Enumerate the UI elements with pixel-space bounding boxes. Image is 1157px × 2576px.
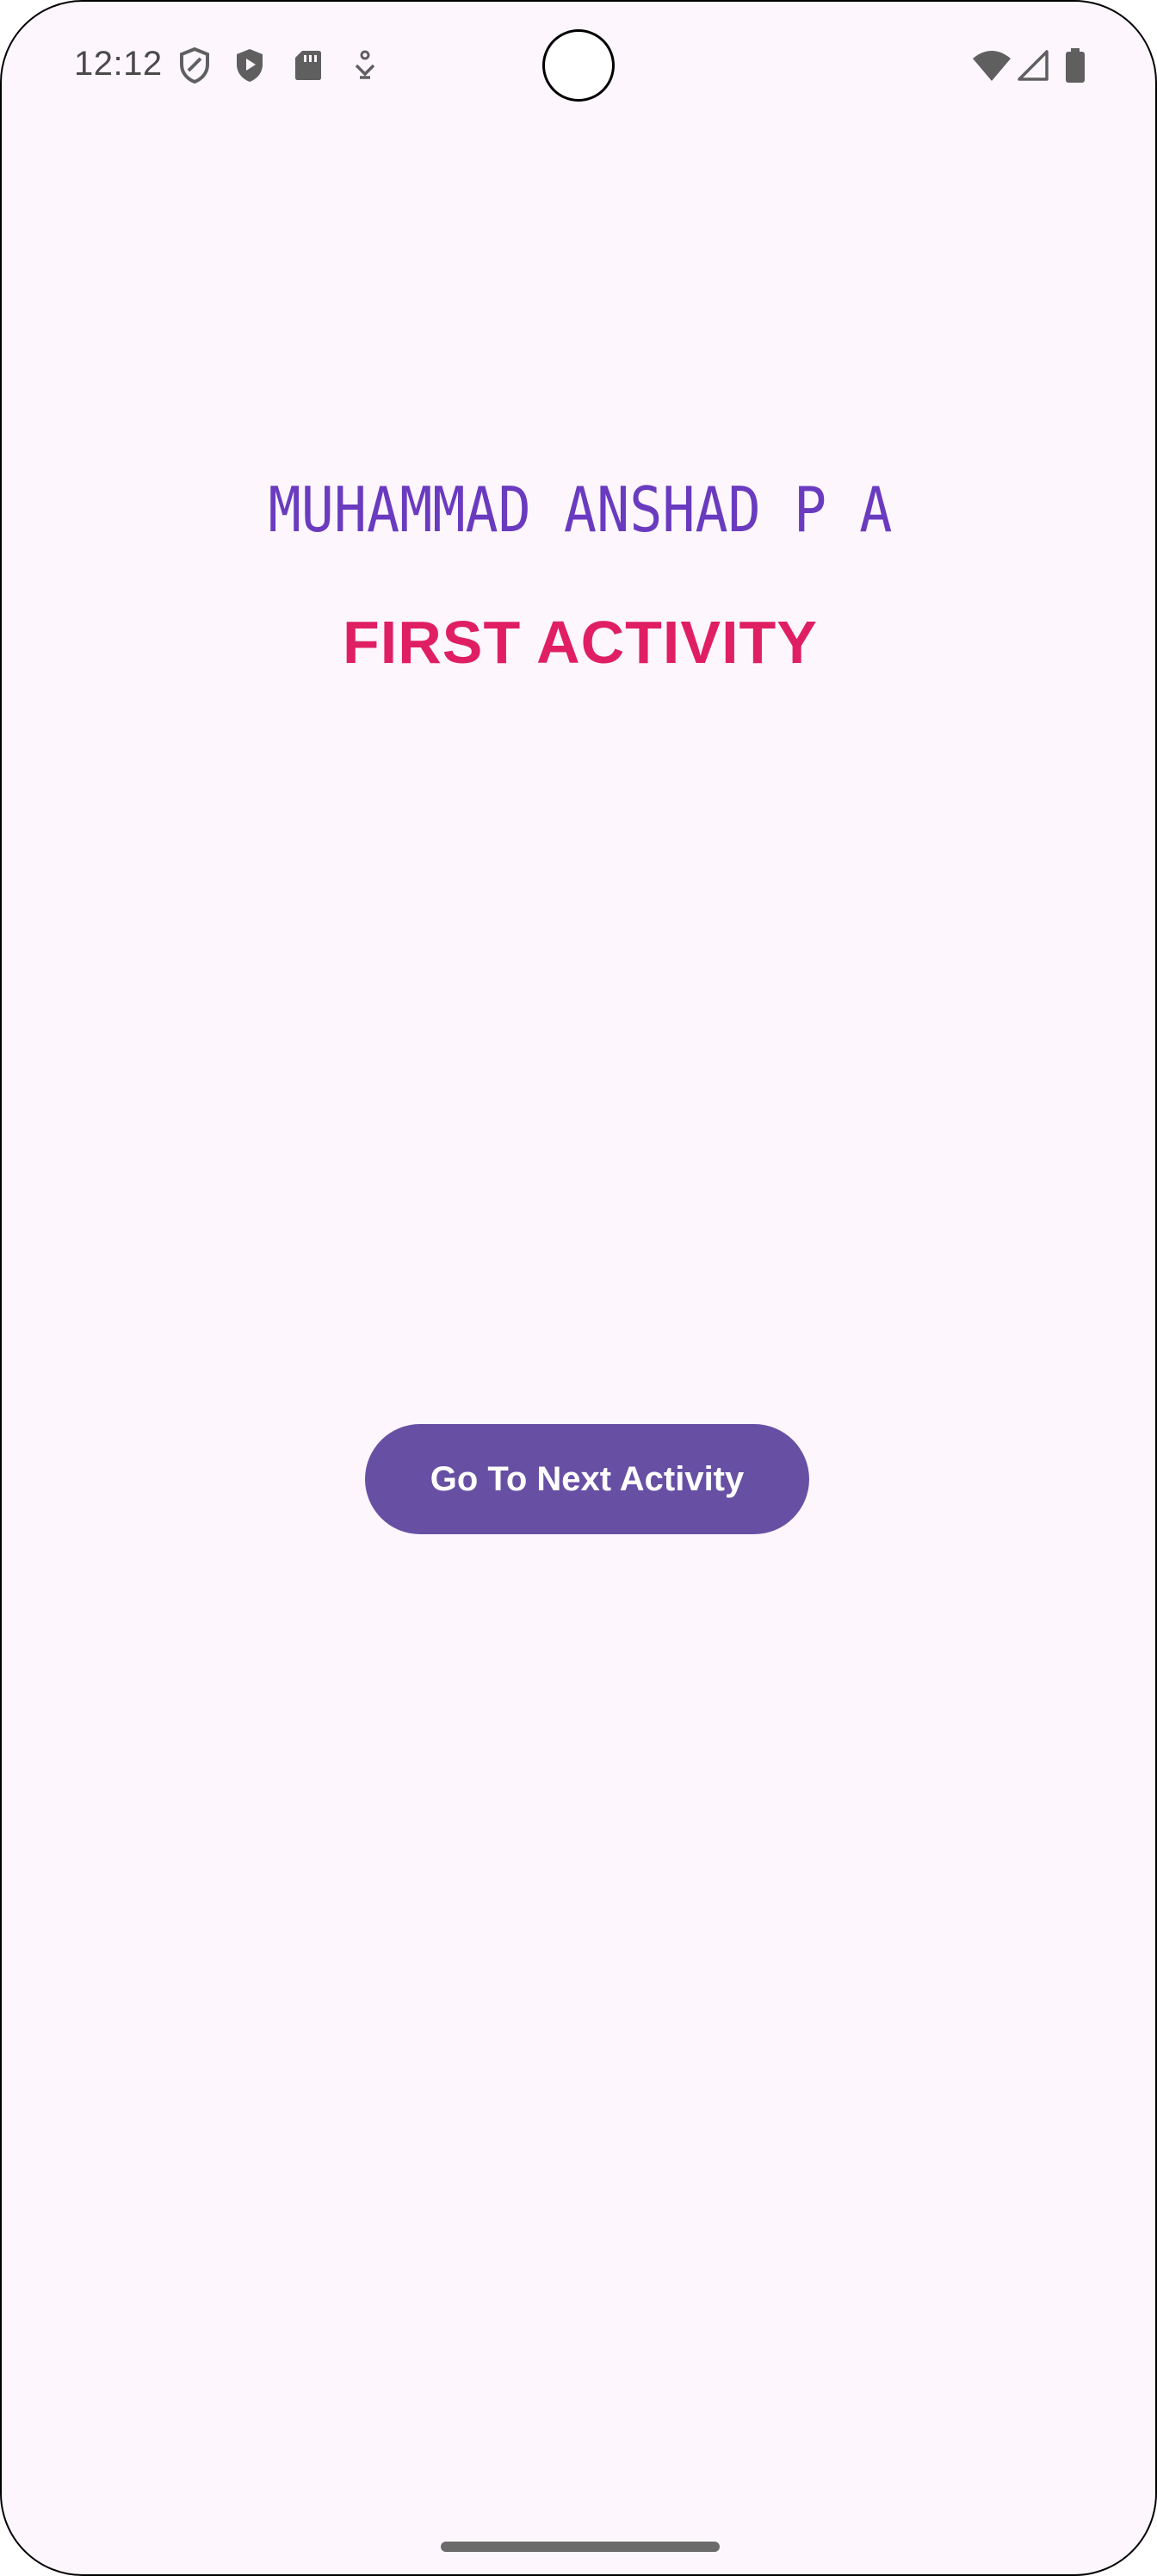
sd-card-icon (295, 51, 321, 80)
shield-outline-icon (180, 46, 209, 84)
front-camera-cutout (542, 29, 615, 102)
wifi-icon (973, 51, 1011, 81)
accessibility-download-icon (355, 50, 375, 79)
battery-icon (1066, 48, 1085, 83)
status-time: 12:12 (74, 45, 163, 83)
phone-screen: 12:12 MUHAMMAD ANSHAD P A FIRST ACTIVITY… (0, 0, 1157, 2576)
gesture-navigation-bar[interactable] (441, 2542, 720, 2552)
cellular-signal-icon (1018, 50, 1049, 81)
status-bar: 12:12 (2, 2, 1155, 131)
student-name-text: MUHAMMAD ANSHAD P A (268, 474, 893, 546)
play-protect-icon (237, 49, 263, 82)
activity-title: FIRST ACTIVITY (343, 609, 818, 676)
go-to-next-activity-button[interactable]: Go To Next Activity (365, 1424, 809, 1534)
